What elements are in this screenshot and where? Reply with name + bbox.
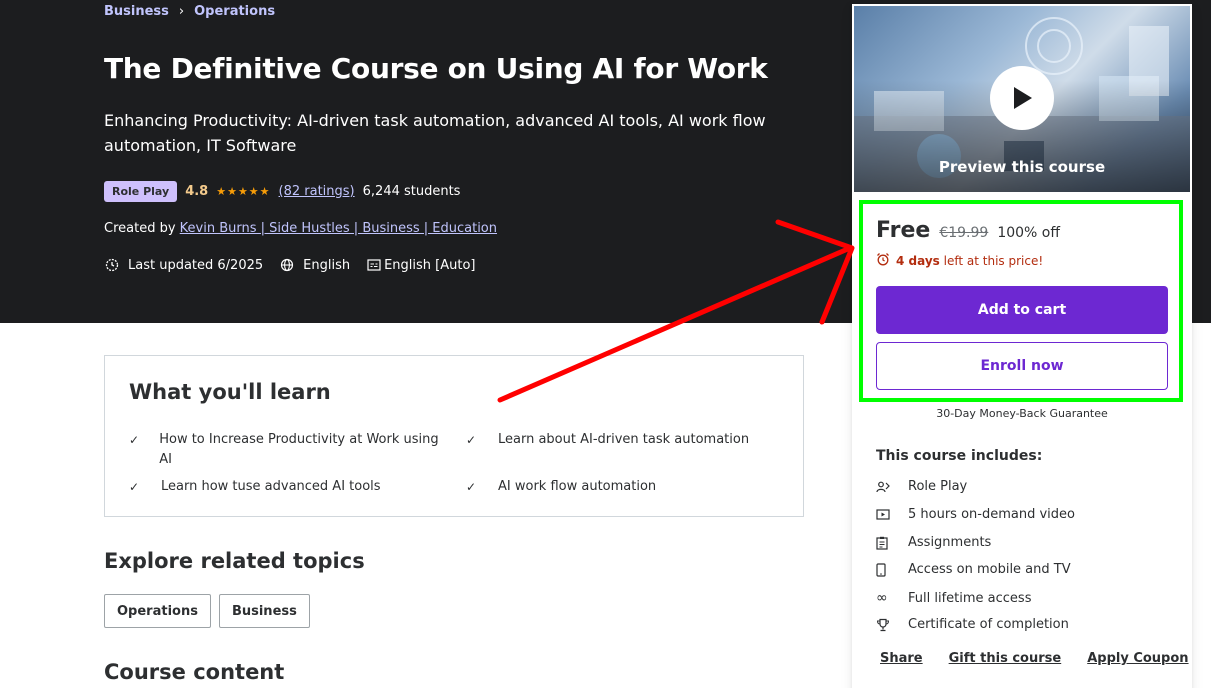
language-text: English [303,257,351,273]
rating-score: 4.8 [185,184,209,199]
check-icon: ✓ [466,433,477,447]
include-item-label: Access on mobile and TV [908,562,1071,577]
include-item-label: Certificate of completion [908,617,1069,632]
captions-icon [366,257,382,273]
include-item: Assignments [876,535,991,550]
check-icon: ✓ [129,480,140,494]
learn-item: ✓ AI work flow automation [466,477,776,497]
check-icon: ✓ [466,480,477,494]
ratings-count-link[interactable]: (82 ratings) [279,184,355,199]
learn-item: ✓ Learn about AI-driven task automation [466,430,776,450]
created-by-label: Created by [104,221,176,236]
instructor-link[interactable]: Kevin Burns | Side Hustles | Business | … [180,221,497,236]
learn-item: ✓ How to Increase Productivity at Work u… [129,430,439,470]
assignments-icon [876,536,908,550]
course-title: The Definitive Course on Using AI for Wo… [104,52,768,85]
course-meta: Last updated 6/2025 English English [Aut… [104,257,492,273]
students-count: 6,244 students [362,184,461,199]
language: English [279,257,350,273]
breadcrumb-business[interactable]: Business [104,4,169,19]
breadcrumb: Business › Operations [104,4,275,19]
apply-coupon-link[interactable]: Apply Coupon [1087,651,1188,666]
include-item: Access on mobile and TV [876,562,1071,577]
include-item-label: Assignments [908,535,992,550]
gift-course-link[interactable]: Gift this course [949,651,1062,666]
topic-operations[interactable]: Operations [104,594,211,628]
last-updated: Last updated 6/2025 [104,257,263,273]
learn-item-text: How to Increase Productivity at Work usi… [159,432,439,467]
course-subtitle: Enhancing Productivity: AI-driven task a… [104,111,766,155]
learn-title: What you'll learn [129,380,331,404]
rating-row: Role Play 4.8 ★★★★★ (82 ratings) 6,244 s… [104,181,460,202]
include-item-label: Role Play [908,479,968,494]
related-topics: Operations Business [104,594,310,628]
share-link[interactable]: Share [880,651,923,666]
what-you-learn-box: What you'll learn ✓ How to Increase Prod… [104,355,804,517]
breadcrumb-chevron-icon: › [178,4,185,19]
topic-business[interactable]: Business [218,594,310,628]
breadcrumb-operations[interactable]: Operations [194,4,275,19]
learn-item: ✓ Learn how tuse advanced AI tools [129,477,439,497]
course-content-title: Course content [104,660,285,684]
play-icon[interactable] [990,66,1054,130]
include-item-label: Full lifetime access [908,590,1032,606]
include-item-label: 5 hours on-demand video [908,507,1075,522]
check-icon: ✓ [129,433,140,447]
money-back-guarantee: 30-Day Money-Back Guarantee [936,407,1108,420]
mobile-icon [876,562,908,577]
last-updated-text: Last updated 6/2025 [128,257,264,273]
include-item: 5 hours on-demand video [876,507,1075,522]
role-play-icon [876,481,908,493]
video-icon [876,508,908,521]
includes-title: This course includes: [876,448,1043,464]
captions-text: English [Auto] [384,257,476,273]
course-preview[interactable]: Preview this course [854,6,1190,192]
learn-item-text: Learn how tuse advanced AI tools [161,479,381,494]
rating-stars-icon: ★★★★★ [216,185,271,198]
globe-icon [279,257,295,273]
clock-icon [104,257,120,273]
include-item: ∞ Full lifetime access [876,590,1031,606]
created-by: Created by Kevin Burns | Side Hustles | … [104,221,497,236]
include-item: Certificate of completion [876,617,1069,632]
sidebar-links: Share Gift this course Apply Coupon [880,651,1189,666]
preview-label: Preview this course [938,158,1106,176]
related-topics-title: Explore related topics [104,549,365,573]
trophy-icon [876,618,908,632]
learn-item-text: AI work flow automation [498,479,657,494]
annotation-highlight-box [859,200,1183,402]
learn-item-text: Learn about AI-driven task automation [498,432,750,447]
captions: English [Auto] [366,257,476,273]
infinity-icon: ∞ [876,590,888,606]
include-item: Role Play [876,479,967,494]
role-play-badge: Role Play [104,181,178,202]
